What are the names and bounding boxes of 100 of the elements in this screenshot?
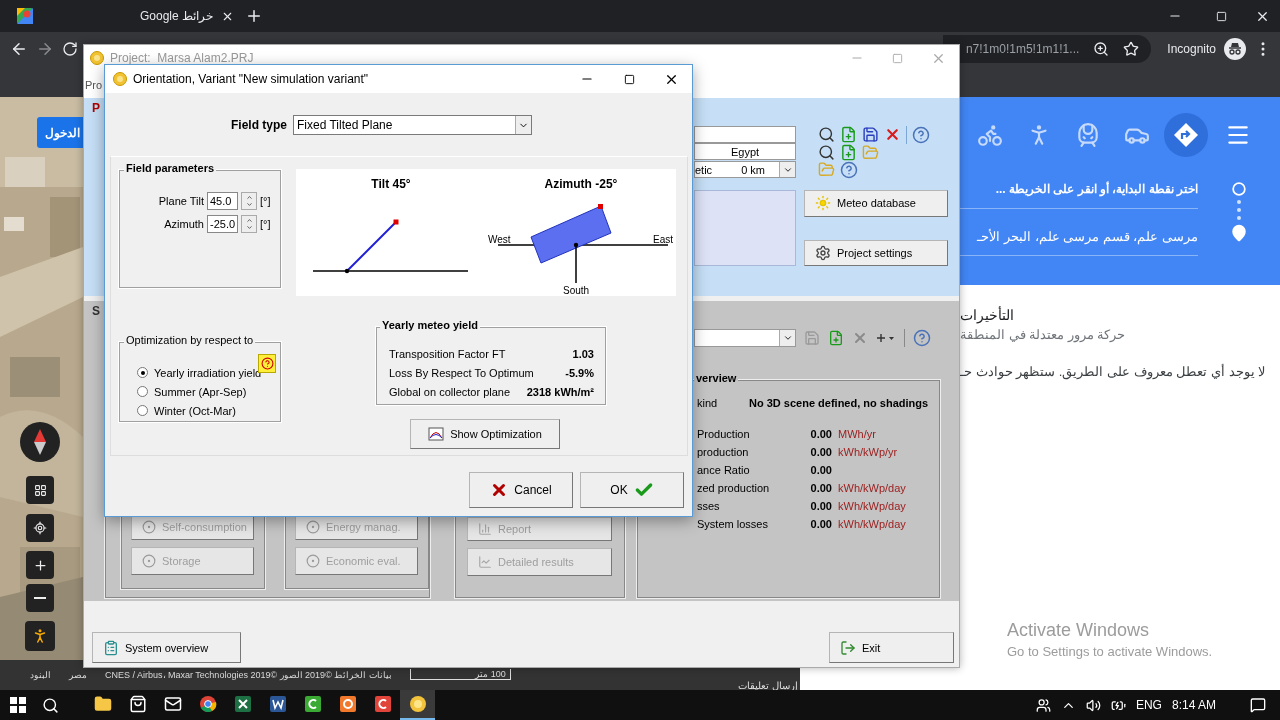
show-optimization-button[interactable]: Show Optimization [410, 419, 560, 449]
shopping-bag-icon [128, 695, 147, 713]
question-icon [260, 357, 274, 370]
notifications-icon[interactable] [1250, 697, 1266, 713]
project-name-field[interactable] [694, 126, 796, 143]
variant-dropdown[interactable] [694, 329, 796, 347]
exit-button[interactable]: Exit [829, 632, 954, 663]
radio-button[interactable] [137, 367, 148, 378]
chevron-down-icon [782, 333, 793, 343]
envelope-icon [163, 695, 182, 713]
language-indicator[interactable]: ENG [1135, 698, 1162, 712]
new-file-icon[interactable] [840, 126, 857, 143]
project-settings-button[interactable]: Project settings [804, 239, 948, 266]
radio-circle-icon [306, 554, 320, 568]
ring-app-icon [338, 695, 357, 713]
group-title: Optimization by respect to [124, 334, 256, 346]
zoom-in-button[interactable] [26, 551, 54, 579]
group-title: Field parameters [124, 162, 217, 174]
clipboard-icon [103, 639, 119, 656]
reload-icon[interactable] [62, 40, 78, 57]
parameter-input[interactable]: -25.0 [207, 215, 238, 233]
help-icon[interactable] [840, 160, 858, 179]
overview-label: System losses [697, 518, 769, 530]
map-pin-favicon-icon [17, 8, 33, 24]
overview-title: verview [694, 372, 739, 384]
overview-label: Production [697, 428, 751, 440]
windows-start-icon[interactable] [10, 697, 26, 713]
field-type-dropdown[interactable]: Fixed Tilted Plane [293, 115, 532, 135]
yield-value: 2318 kWh/m² [526, 385, 594, 398]
radio-button[interactable] [137, 386, 148, 397]
attribution-text: البنود [30, 669, 51, 680]
travel-mode-button[interactable] [1164, 113, 1208, 157]
window-title: Project: Marsa Alam2.PRJ [110, 51, 254, 65]
profile-label: Incognito [1167, 41, 1216, 56]
speaker-icon[interactable] [1085, 697, 1101, 713]
overview-label: zed production [697, 482, 771, 494]
help-icon[interactable] [913, 329, 931, 347]
clock[interactable]: 8:14 AM [1171, 698, 1216, 712]
feedback-link[interactable]: إرسال تعليقات [738, 680, 798, 691]
destination-pin-icon [1230, 224, 1248, 242]
grid-button[interactable] [26, 476, 54, 504]
zoom-out-button[interactable] [26, 584, 54, 612]
start-circle-icon [1232, 182, 1246, 196]
attribution-text: بيانات الخرائط ©2019 الصور ©2019 CNES / Airbus، Maxar Technologies [105, 669, 392, 680]
bookmark-star-icon[interactable] [1123, 40, 1140, 57]
radio-label[interactable]: Summer (Apr-Sep) [154, 385, 247, 398]
locate-button[interactable] [26, 514, 54, 542]
yield-value: -5.9% [565, 366, 594, 379]
meteo-database-button[interactable]: Meteo database [804, 190, 948, 217]
new-file-icon[interactable] [840, 143, 857, 161]
pegman-button[interactable] [25, 621, 55, 651]
search-icon[interactable] [818, 126, 835, 143]
delete-icon[interactable] [884, 126, 901, 143]
yield-label: Global on collector plane [389, 385, 511, 398]
overview-value: 0.00 [809, 446, 832, 458]
address-bar[interactable]: n7!1m0!1m5!1m1!1... [943, 34, 1152, 63]
people-icon[interactable] [1035, 697, 1051, 713]
radio-label[interactable]: Winter (Oct-Mar) [154, 404, 236, 417]
overview-unit: kWh/kWp/day [838, 482, 907, 494]
plus-icon [32, 557, 48, 573]
search-icon[interactable] [42, 696, 59, 714]
menu-item[interactable]: Pro [85, 78, 103, 91]
turn-sign-icon [1173, 122, 1199, 148]
folder-icon [93, 695, 112, 713]
maximize-icon [623, 73, 635, 85]
site-dropdown[interactable]: etic 0 km [694, 161, 796, 178]
maximize-icon [891, 52, 903, 64]
line-chart-icon [478, 555, 492, 569]
radio-circle-icon [142, 554, 156, 568]
west-label: West [488, 234, 511, 245]
taskbar-app[interactable] [400, 690, 435, 720]
help-icon[interactable] [912, 125, 930, 144]
sign-in-button[interactable]: الدخول [37, 117, 83, 148]
search-icon[interactable] [818, 143, 835, 161]
overview-value: 0.00 [809, 464, 832, 476]
parameter-label: Azimuth [163, 218, 204, 230]
bicycle-icon [977, 122, 1003, 148]
save-icon[interactable] [862, 126, 879, 143]
radio-button[interactable] [137, 405, 148, 416]
yield-value: 1.03 [572, 347, 594, 360]
country-field[interactable]: Egypt [694, 143, 796, 160]
azimuth-title: Azimuth -25° [544, 177, 618, 193]
sun-app-icon [408, 695, 427, 713]
new-tab-icon[interactable] [245, 7, 263, 25]
ok-button[interactable]: OK [580, 472, 684, 508]
yield-label: Transposition Factor FT [389, 347, 506, 360]
parameter-input[interactable]: 45.0 [207, 192, 238, 210]
yield-label: Loss By Respect To Optimum [389, 366, 534, 379]
add-dropdown-icon[interactable] [876, 332, 896, 344]
gear-icon [815, 244, 831, 261]
bar-chart-icon [478, 522, 492, 536]
incognito-icon[interactable] [1224, 37, 1246, 60]
system-overview-button[interactable]: System overview [92, 632, 241, 663]
grid-icon [33, 483, 47, 497]
train-icon [1075, 122, 1101, 148]
overview-value: 0.00 [809, 482, 832, 494]
south-label: South [563, 285, 590, 296]
group-title: Yearly meteo yield [380, 319, 480, 331]
cancel-button[interactable]: Cancel [469, 472, 573, 508]
zoom-icon[interactable] [1093, 40, 1110, 57]
